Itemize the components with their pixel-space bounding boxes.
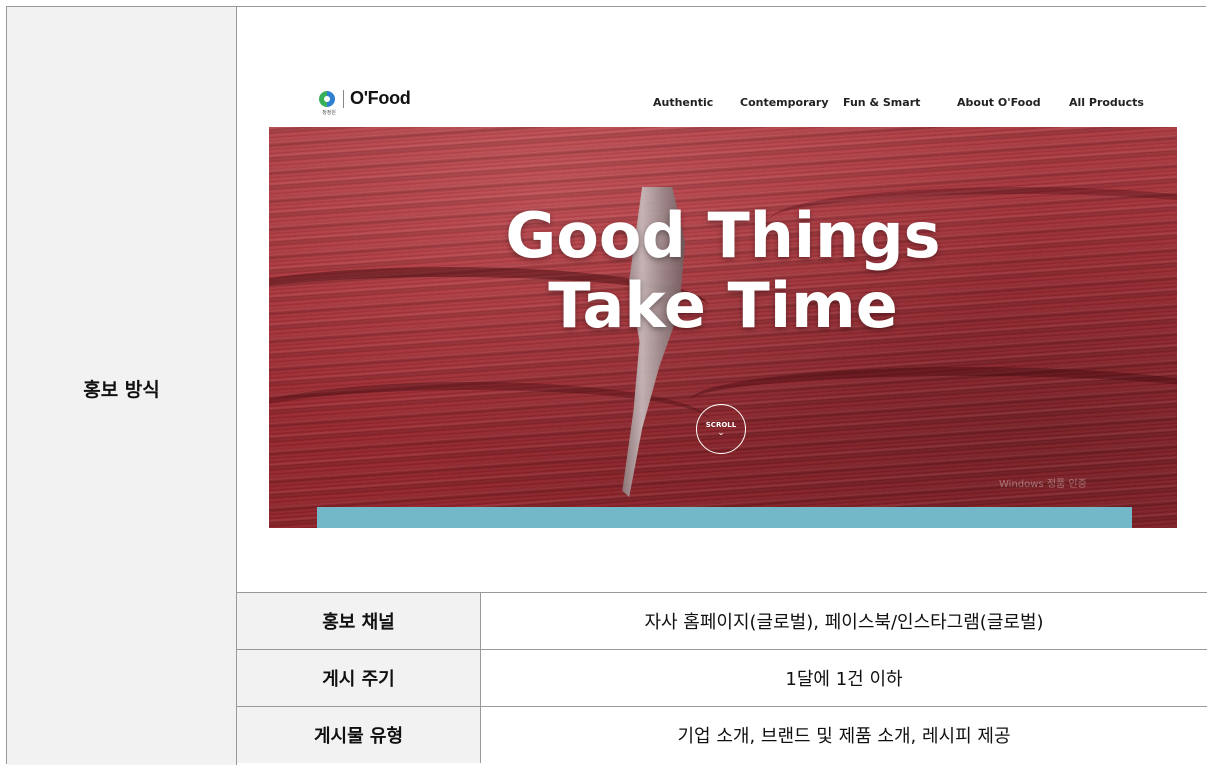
- section-label-cell: 홍보 방식: [7, 7, 237, 765]
- row-value: 기업 소개, 브랜드 및 제품 소개, 레시피 제공: [677, 726, 1011, 747]
- scroll-button[interactable]: SCROLL ⌄: [696, 404, 746, 454]
- hero-title-line2: Take Time: [548, 269, 898, 342]
- table-row: 게시 주기 1달에 1건 이하: [237, 649, 1207, 706]
- row-label: 게시물 유형: [237, 707, 481, 763]
- chevron-down-icon: ⌄: [717, 428, 725, 438]
- nav-item-all-products[interactable]: All Products: [1069, 96, 1144, 109]
- website-screenshot: 청정원 O'Food Authentic Contemporary Fun & …: [237, 7, 1207, 592]
- promotion-table: 홍보 방식 청정원 O'Food Authentic Contemporary …: [6, 6, 1207, 765]
- nav-item-authentic[interactable]: Authentic: [653, 96, 713, 109]
- teal-bar: [317, 507, 1132, 528]
- nav-item-contemporary[interactable]: Contemporary: [740, 96, 829, 109]
- hero-banner: Good Things Take Time SCROLL ⌄ Windows 정…: [269, 127, 1177, 528]
- os-watermark: Windows 정품 인증: [999, 479, 1087, 490]
- sauce-texture: [689, 367, 1177, 436]
- section-label: 홍보 방식: [83, 378, 160, 401]
- site-nav: Authentic Contemporary Fun & Smart About…: [237, 96, 1207, 110]
- content-cell: 청정원 O'Food Authentic Contemporary Fun & …: [237, 7, 1207, 765]
- table-row: 게시물 유형 기업 소개, 브랜드 및 제품 소개, 레시피 제공: [237, 706, 1207, 763]
- table-row: 홍보 채널 자사 홈페이지(글로벌), 페이스북/인스타그램(글로벌): [237, 592, 1207, 649]
- row-value: 자사 홈페이지(글로벌), 페이스북/인스타그램(글로벌): [644, 612, 1044, 633]
- hero-title-line1: Good Things: [505, 199, 941, 272]
- row-value: 1달에 1건 이하: [785, 669, 903, 690]
- nav-item-about[interactable]: About O'Food: [957, 96, 1041, 109]
- row-label: 게시 주기: [237, 650, 481, 706]
- nav-item-fun-smart[interactable]: Fun & Smart: [843, 96, 920, 109]
- info-rows: 홍보 채널 자사 홈페이지(글로벌), 페이스북/인스타그램(글로벌) 게시 주…: [237, 592, 1207, 765]
- row-label: 홍보 채널: [237, 593, 481, 649]
